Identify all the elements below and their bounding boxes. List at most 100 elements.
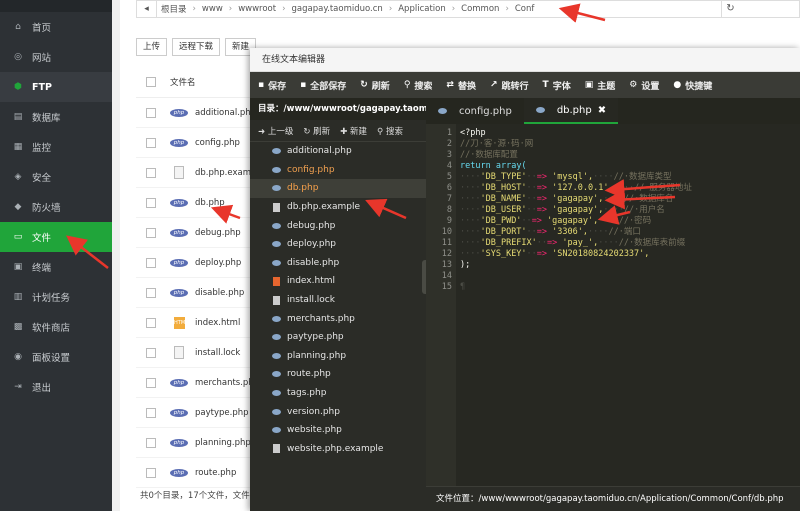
tree-item[interactable]: website.php — [250, 421, 426, 440]
row-checkbox[interactable] — [146, 377, 156, 388]
row-checkbox[interactable] — [146, 407, 156, 418]
tree-item[interactable]: deploy.php — [250, 235, 426, 254]
breadcrumb-item[interactable]: wwwroot — [234, 4, 280, 14]
editor-help-button[interactable]: ● 快捷键 — [673, 79, 712, 92]
tree-item[interactable]: route.php — [250, 365, 426, 384]
php-file-icon — [272, 371, 281, 378]
row-checkbox[interactable] — [146, 137, 156, 148]
tree-item[interactable]: config.php — [250, 161, 426, 180]
editor-save-button[interactable]: ▪ 保存 — [258, 79, 286, 92]
tree-item[interactable]: db.php — [250, 179, 426, 198]
sidebar-item-3[interactable]: ▤ 数据库 — [0, 102, 112, 132]
select-all-checkbox[interactable] — [146, 76, 156, 87]
back-arrow-icon[interactable]: ◂ — [137, 1, 157, 17]
code-token: //刀·客·源·码·网 — [460, 139, 534, 149]
row-checkbox[interactable] — [146, 107, 156, 118]
table-row[interactable]: php config.php — [136, 128, 256, 158]
close-tab-icon[interactable]: ✖ — [598, 105, 606, 116]
table-row[interactable]: php db.php — [136, 188, 256, 218]
sidebar-item-7[interactable]: ▭ 文件 — [0, 222, 112, 252]
tab-config-php[interactable]: config.php — [426, 98, 524, 124]
sidebar-item-1[interactable]: ◎ 网站 — [0, 42, 112, 72]
file-name[interactable]: deploy.php — [195, 258, 241, 268]
breadcrumb-item[interactable]: gagapay.taomiduo.cn — [288, 4, 387, 14]
file-name[interactable]: paytype.php — [195, 408, 249, 418]
breadcrumb-item[interactable]: Common — [457, 4, 503, 14]
editor-theme-button[interactable]: ▣ 主题 — [585, 79, 616, 92]
table-row[interactable]: php route.php — [136, 458, 256, 488]
tab-db-php[interactable]: db.php ✖ — [523, 98, 619, 124]
sidebar-item-12[interactable]: ⇥ 退出 — [0, 372, 112, 402]
code-token: 'SYS_KEY' — [480, 249, 527, 259]
tree-item[interactable]: index.html — [250, 272, 426, 291]
sidebar-item-5[interactable]: ◈ 安全 — [0, 162, 112, 192]
editor-replace-button[interactable]: ⇄ 替换 — [446, 79, 476, 92]
editor-gear-button[interactable]: ⚙ 设置 — [629, 79, 659, 92]
tree-item[interactable]: tags.php — [250, 384, 426, 403]
table-row[interactable]: php deploy.php — [136, 248, 256, 278]
editor-save-all-button[interactable]: ▪ 全部保存 — [300, 79, 346, 92]
editor-font-button[interactable]: T 字体 — [543, 79, 571, 92]
breadcrumb-item[interactable]: www — [198, 4, 227, 14]
file-name[interactable]: disable.php — [195, 288, 244, 298]
row-checkbox[interactable] — [146, 197, 156, 208]
sidebar-item-4[interactable]: ▦ 监控 — [0, 132, 112, 162]
table-row[interactable]: HTML index.html — [136, 308, 256, 338]
tree-refresh-button[interactable]: ↻ 刷新 — [303, 125, 330, 137]
row-checkbox[interactable] — [146, 227, 156, 238]
refresh-icon[interactable]: ↻ — [721, 1, 739, 17]
tree-item[interactable]: disable.php — [250, 254, 426, 273]
file-name[interactable]: db.php — [195, 198, 225, 208]
row-checkbox[interactable] — [146, 347, 156, 358]
remote-download-button[interactable]: 远程下载 — [172, 38, 221, 56]
tree-item[interactable]: planning.php — [250, 347, 426, 366]
tree-item[interactable]: install.lock — [250, 291, 426, 310]
table-row[interactable]: php additional.php — [136, 98, 256, 128]
sidebar-item-0[interactable]: ⌂ 首页 — [0, 12, 112, 42]
table-row[interactable]: php planning.php — [136, 428, 256, 458]
tree-up-button[interactable]: ➜ 上一级 — [258, 125, 293, 137]
row-checkbox[interactable] — [146, 287, 156, 298]
file-name[interactable]: route.php — [195, 468, 236, 478]
breadcrumb-item[interactable]: Conf — [511, 4, 539, 14]
breadcrumb-item[interactable]: Application — [394, 4, 450, 14]
file-name[interactable]: planning.php — [195, 438, 251, 448]
table-row[interactable]: php paytype.php — [136, 398, 256, 428]
table-row[interactable]: php disable.php — [136, 278, 256, 308]
file-name[interactable]: index.html — [195, 318, 240, 328]
row-checkbox[interactable] — [146, 437, 156, 448]
row-checkbox[interactable] — [146, 467, 156, 478]
file-name[interactable]: debug.php — [195, 228, 241, 238]
table-row[interactable]: php merchants.php — [136, 368, 259, 398]
editor-refresh-button[interactable]: ↻ 刷新 — [360, 79, 390, 92]
tree-item[interactable]: additional.php — [250, 142, 426, 161]
editor-search-button[interactable]: ⚲ 搜索 — [404, 79, 433, 92]
tree-item[interactable]: paytype.php — [250, 328, 426, 347]
editor-goto-line-button[interactable]: ↗ 跳转行 — [490, 79, 529, 92]
table-row[interactable]: db.php.example — [136, 158, 264, 188]
tree-item[interactable]: debug.php — [250, 216, 426, 235]
row-checkbox[interactable] — [146, 257, 156, 268]
row-checkbox[interactable] — [146, 317, 156, 328]
table-row[interactable]: php debug.php — [136, 218, 256, 248]
tree-item[interactable]: version.php — [250, 402, 426, 421]
tree-item[interactable]: db.php.example — [250, 198, 426, 217]
row-checkbox[interactable] — [146, 167, 156, 178]
file-name[interactable]: config.php — [195, 138, 240, 148]
code-editor[interactable]: 1 2 3 4 5 6 7 8 9 10 11 12 13 14 15 <?php//刀·客·源·码·网//… — [426, 124, 800, 486]
tree-item[interactable]: website.php.example — [250, 440, 426, 459]
sidebar-item-6[interactable]: ◆ 防火墙 — [0, 192, 112, 222]
sidebar-item-11[interactable]: ◉ 面板设置 — [0, 342, 112, 372]
sidebar-item-2[interactable]: ⬢ FTP — [0, 72, 112, 102]
tree-new-button[interactable]: ✚ 新建 — [340, 125, 367, 137]
file-name[interactable]: install.lock — [195, 348, 240, 358]
file-name[interactable]: additional.php — [195, 108, 256, 118]
tree-search-button[interactable]: ⚲ 搜索 — [377, 125, 403, 137]
sidebar-item-8[interactable]: ▣ 终端 — [0, 252, 112, 282]
sidebar-item-9[interactable]: ▥ 计划任务 — [0, 282, 112, 312]
table-row[interactable]: install.lock — [136, 338, 256, 368]
tree-item[interactable]: merchants.php — [250, 309, 426, 328]
sidebar-item-10[interactable]: ▩ 软件商店 — [0, 312, 112, 342]
upload-button[interactable]: 上传 — [136, 38, 168, 56]
breadcrumb-item[interactable]: 根目录 — [157, 3, 191, 15]
